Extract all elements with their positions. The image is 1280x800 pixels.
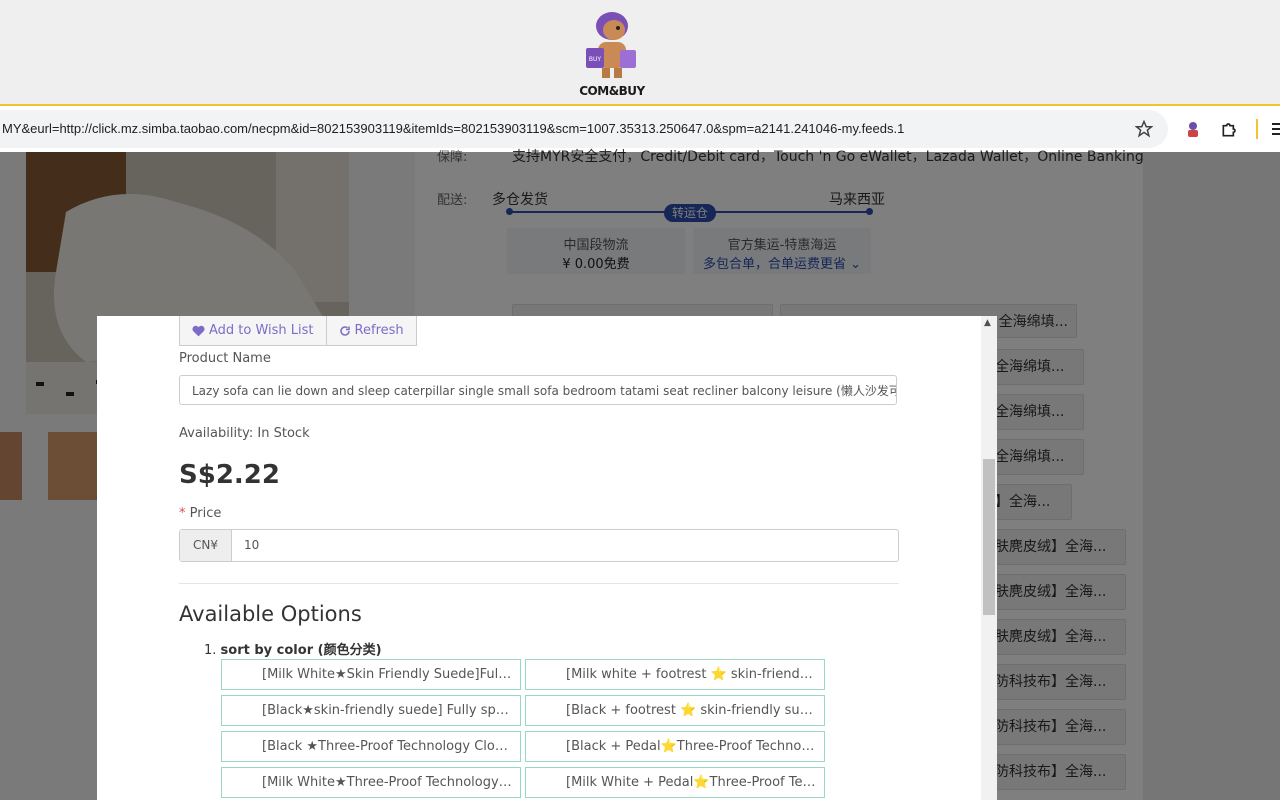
available-options-title: Available Options <box>179 602 362 626</box>
color-option[interactable]: [Milk White★Skin Friendly Suede]Fully sp… <box>221 659 521 690</box>
option-group-heading: 1. sort by color (颜色分类) <box>204 639 382 658</box>
section-divider <box>179 583 899 584</box>
heart-icon <box>192 325 205 336</box>
toolbar-divider <box>1256 119 1258 139</box>
price-label-row: * Price <box>179 506 221 521</box>
refresh-label: Refresh <box>354 322 404 338</box>
color-option[interactable]: [Milk White★Three-Proof Technology Cloth… <box>221 767 521 798</box>
svg-text:BUY: BUY <box>589 56 602 63</box>
refresh-button[interactable]: Refresh <box>325 316 416 345</box>
combuy-logo[interactable]: BUY COM&BUY <box>572 4 652 98</box>
product-name-label: Product Name <box>179 351 271 366</box>
color-option[interactable]: [Black★skin-friendly suede] Fully sponge… <box>221 695 521 726</box>
currency-addon: CN¥ <box>180 530 232 561</box>
address-bar[interactable]: MY&eurl=http://click.mz.simba.taobao.com… <box>0 110 1168 148</box>
kangaroo-mascot-icon: BUY <box>586 12 636 78</box>
converted-price: S$2.22 <box>179 460 280 490</box>
required-asterisk: * <box>179 506 186 521</box>
availability-text: Availability: In Stock <box>179 426 310 441</box>
color-option[interactable]: [Black ★Three-Proof Technology Cloth] <box>221 731 521 762</box>
option-group-name: sort by color (颜色分类) <box>220 643 382 658</box>
color-option[interactable]: [Black + footrest ⭐ skin-friendly suede] <box>525 695 825 726</box>
refresh-icon <box>339 325 350 336</box>
add-product-modal: Add to Wish List Refresh Product Name La… <box>97 316 997 800</box>
price-input-group: CN¥ 10 <box>179 529 899 562</box>
color-option[interactable]: [Black + Pedal⭐Three-Proof Technology Cl… <box>525 731 825 762</box>
color-option[interactable]: [Milk White + Pedal⭐Three-Proof Technolo… <box>525 767 825 798</box>
action-button-group: Add to Wish List Refresh <box>179 316 417 346</box>
scroll-up-arrow-icon[interactable]: ▲ <box>984 318 991 328</box>
url-text[interactable]: MY&eurl=http://click.mz.simba.taobao.com… <box>2 121 904 136</box>
price-input[interactable]: 10 <box>244 530 259 561</box>
color-option[interactable]: [Milk white + footrest ⭐ skin-friendly s… <box>525 659 825 690</box>
wishlist-label: Add to Wish List <box>209 322 314 338</box>
logo-text: COM&BUY <box>579 84 645 98</box>
price-label: Price <box>189 506 222 521</box>
option-group-number: 1. <box>204 643 217 658</box>
extension-avatar-icon[interactable] <box>1182 118 1204 140</box>
add-to-wishlist-button[interactable]: Add to Wish List <box>180 316 326 345</box>
bookmark-star-icon[interactable] <box>1133 118 1155 140</box>
menu-icon[interactable] <box>1268 118 1280 140</box>
scrollbar-thumb[interactable] <box>983 459 995 615</box>
extensions-puzzle-icon[interactable] <box>1219 118 1241 140</box>
top-banner: BUY COM&BUY <box>0 0 1280 106</box>
product-name-input[interactable]: Lazy sofa can lie down and sleep caterpi… <box>179 375 897 405</box>
